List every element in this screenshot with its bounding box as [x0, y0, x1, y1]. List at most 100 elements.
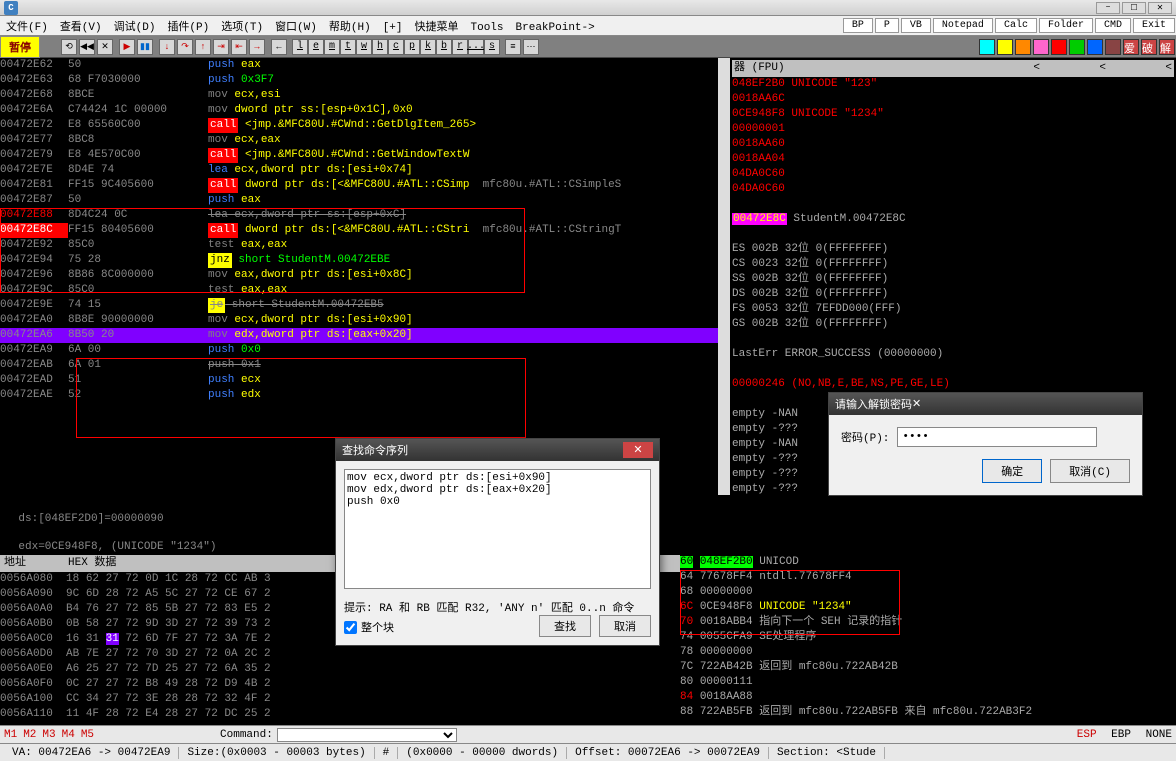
- disasm-row[interactable]: 00472E9E74 15 je short StudentM.00472EB5: [0, 298, 730, 313]
- toolbar-m[interactable]: m: [324, 39, 340, 55]
- toolbar-h[interactable]: h: [372, 39, 388, 55]
- tab-CMD[interactable]: CMD: [1095, 18, 1131, 33]
- menu-BreakPoint->[interactable]: BreakPoint->: [510, 20, 601, 36]
- reg-line[interactable]: DS 002B 32位 0(FFFFFFFF): [732, 287, 1174, 302]
- stack-row[interactable]: 64 77678FF4 ntdll.77678FF4: [680, 570, 1176, 585]
- rewind-icon[interactable]: ◀◀: [79, 39, 95, 55]
- reg-line[interactable]: 00000001: [732, 122, 1174, 137]
- stack-row[interactable]: 88 722AB5FB 返回到 mfc80u.722AB5FB 来自 mfc80…: [680, 705, 1176, 720]
- toolbar-e[interactable]: e: [308, 39, 324, 55]
- trace2-icon[interactable]: ⇤: [231, 39, 247, 55]
- color-pink[interactable]: [1033, 39, 1049, 55]
- disasm-row[interactable]: 00472E7E8D4E 74 lea ecx,dword ptr ds:[es…: [0, 163, 730, 178]
- disasm-row[interactable]: 00472E79E8 4E570C00 call <jmp.&MFC80U.#C…: [0, 148, 730, 163]
- back-icon[interactable]: ←: [271, 39, 287, 55]
- stack-row[interactable]: 78 00000000: [680, 645, 1176, 660]
- reg-line[interactable]: 048EF2B0 UNICODE "123": [732, 77, 1174, 92]
- reg-line[interactable]: GS 002B 32位 0(FFFFFFFF): [732, 317, 1174, 332]
- disasm-row[interactable]: 00472E688BCE mov ecx,esi: [0, 88, 730, 103]
- disasm-row[interactable]: 00472E6AC74424 1C 00000 mov dword ptr ss…: [0, 103, 730, 118]
- tab-P[interactable]: P: [875, 18, 899, 33]
- tab-Folder[interactable]: Folder: [1039, 18, 1093, 33]
- runto-icon[interactable]: →: [249, 39, 265, 55]
- menu-[+][interactable]: [+]: [377, 20, 409, 36]
- options-icon[interactable]: ⋯: [523, 39, 539, 55]
- memreg-M4[interactable]: M4: [62, 729, 75, 741]
- stack-pane[interactable]: 60 048EF2B0 UNICOD64 77678FF4 ntdll.7767…: [680, 555, 1176, 725]
- toolbar-c[interactable]: c: [388, 39, 404, 55]
- reg-line[interactable]: 0018AA04: [732, 152, 1174, 167]
- disasm-row[interactable]: 00472E9475 28 jnz short StudentM.00472EB…: [0, 253, 730, 268]
- pause-button[interactable]: 暂停: [0, 36, 40, 58]
- reg-line[interactable]: SS 002B 32位 0(FFFFFFFF): [732, 272, 1174, 287]
- reg-line[interactable]: 04DA0C60: [732, 167, 1174, 182]
- trace-icon[interactable]: ⇥: [213, 39, 229, 55]
- dump-row[interactable]: 0056A100 CC 34 27 72 3E 28 28 72 32 4F 2: [0, 692, 680, 707]
- stack-row[interactable]: 68 00000000: [680, 585, 1176, 600]
- reg-line[interactable]: CS 0023 32位 0(FFFFFFFF): [732, 257, 1174, 272]
- cn2[interactable]: 破: [1141, 39, 1157, 55]
- stack-row[interactable]: 70 0018ABB4 指向下一个 SEH 记录的指针: [680, 615, 1176, 630]
- disasm-row[interactable]: 00472E72E8 65560C00 call <jmp.&MFC80U.#C…: [0, 118, 730, 133]
- disasm-row[interactable]: 00472EAD51 push ecx: [0, 373, 730, 388]
- menu-文件(F)[interactable]: 文件(F): [0, 20, 54, 36]
- stack-row[interactable]: 60 048EF2B0 UNICOD: [680, 555, 1176, 570]
- password-dialog-title[interactable]: 请输入解锁密码 ✕: [829, 393, 1142, 415]
- color-red[interactable]: [1051, 39, 1067, 55]
- stack-row[interactable]: 80 00000111: [680, 675, 1176, 690]
- menu-查看(V)[interactable]: 查看(V): [54, 20, 108, 36]
- stop-icon[interactable]: ✕: [97, 39, 113, 55]
- pause-icon[interactable]: ▮▮: [137, 39, 153, 55]
- cpu-scrollbar[interactable]: [718, 58, 730, 495]
- toolbar-...[interactable]: ...: [468, 39, 484, 55]
- maximize-button[interactable]: ☐: [1122, 2, 1146, 14]
- tab-VB[interactable]: VB: [901, 18, 931, 33]
- disasm-row[interactable]: 00472EA08B8E 90000000 mov ecx,dword ptr …: [0, 313, 730, 328]
- color-orange[interactable]: [1015, 39, 1031, 55]
- color-dark[interactable]: [1105, 39, 1121, 55]
- play-icon[interactable]: ▶: [119, 39, 135, 55]
- toolbar-b[interactable]: b: [436, 39, 452, 55]
- memreg-M5[interactable]: M5: [81, 729, 94, 741]
- menu-帮助(H)[interactable]: 帮助(H): [323, 20, 377, 36]
- password-dialog-close[interactable]: ✕: [912, 397, 921, 411]
- disasm-row[interactable]: 00472E81FF15 9C405600 call dword ptr ds:…: [0, 178, 730, 193]
- dump-row[interactable]: 0056A110 11 4F 28 72 E4 28 27 72 DC 25 2: [0, 707, 680, 722]
- disasm-row[interactable]: 00472E9285C0 test eax,eax: [0, 238, 730, 253]
- disasm-row[interactable]: 00472E6250 push eax: [0, 58, 730, 73]
- tab-BP[interactable]: BP: [843, 18, 873, 33]
- whole-block-checkbox[interactable]: [344, 621, 357, 634]
- reg-line[interactable]: LastErr ERROR_SUCCESS (00000000): [732, 347, 1174, 362]
- dump-row[interactable]: 0056A0F0 0C 27 27 72 B8 49 28 72 D9 4B 2: [0, 677, 680, 692]
- disasm-row[interactable]: 00472E968B86 8C000000 mov eax,dword ptr …: [0, 268, 730, 283]
- restart-icon[interactable]: ⟲: [61, 39, 77, 55]
- menu-插件(P)[interactable]: 插件(P): [161, 20, 215, 36]
- color-blue[interactable]: [1087, 39, 1103, 55]
- color-cyan[interactable]: [979, 39, 995, 55]
- stack-row[interactable]: 74 0055CFA9 SE处理程序: [680, 630, 1176, 645]
- disasm-row[interactable]: 00472E9C85C0 test eax,eax: [0, 283, 730, 298]
- reg-line[interactable]: FS 0053 32位 7EFDD000(FFF): [732, 302, 1174, 317]
- toolbar-l[interactable]: l: [292, 39, 308, 55]
- password-input[interactable]: [897, 427, 1097, 447]
- toolbar-w[interactable]: w: [356, 39, 372, 55]
- menu-选项(T)[interactable]: 选项(T): [215, 20, 269, 36]
- menu-调试(D)[interactable]: 调试(D): [108, 20, 162, 36]
- tab-Exit[interactable]: Exit: [1133, 18, 1175, 33]
- password-ok-button[interactable]: 确定: [982, 459, 1042, 483]
- toolbar-r[interactable]: r: [452, 39, 468, 55]
- stepout-icon[interactable]: ↑: [195, 39, 211, 55]
- memreg-M3[interactable]: M3: [42, 729, 55, 741]
- cn3[interactable]: 解: [1159, 39, 1175, 55]
- menu-窗口(W)[interactable]: 窗口(W): [269, 20, 323, 36]
- esp-label[interactable]: ESP: [1077, 729, 1097, 741]
- disasm-row[interactable]: 00472E8750 push eax: [0, 193, 730, 208]
- find-cancel-button[interactable]: 取消: [599, 615, 651, 637]
- toolbar-k[interactable]: k: [420, 39, 436, 55]
- command-input[interactable]: [277, 728, 457, 742]
- tab-Notepad[interactable]: Notepad: [933, 18, 993, 33]
- disasm-row[interactable]: 00472E6368 F7030000 push 0x3F7: [0, 73, 730, 88]
- reg-line[interactable]: [732, 227, 1174, 242]
- minimize-button[interactable]: −: [1096, 2, 1120, 14]
- stack-row[interactable]: 7C 722AB42B 返回到 mfc80u.722AB42B: [680, 660, 1176, 675]
